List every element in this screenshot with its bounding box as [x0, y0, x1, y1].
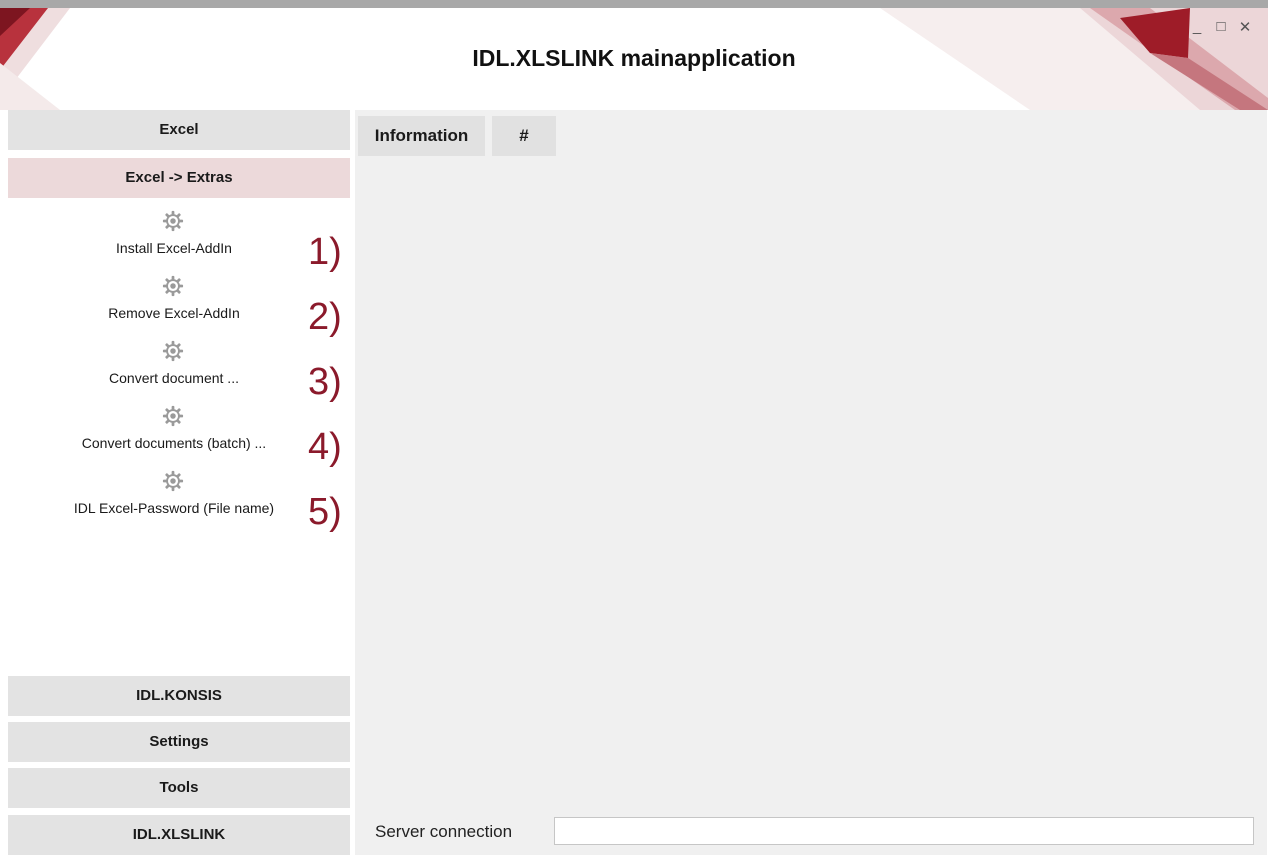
annotation-marker: 1): [308, 231, 342, 273]
annotation-marker: 2): [308, 296, 342, 338]
nav-button-tools[interactable]: Tools: [8, 768, 350, 808]
server-connection-label: Server connection: [375, 822, 513, 841]
window-top-border: [0, 0, 1268, 8]
gear-icon: [162, 210, 184, 232]
menu-item-label: Convert documents (batch) ...: [81, 435, 267, 451]
gear-icon: [162, 405, 184, 427]
menu-item-excel-password[interactable]: IDL Excel-Password (File name) 5): [8, 470, 350, 536]
close-button[interactable]: ✕: [1236, 18, 1254, 36]
nav-section-excel-extras[interactable]: Excel -> Extras: [8, 158, 350, 198]
app-window: IDL.XLSLINK mainapplication _ □ ✕ Excel …: [0, 0, 1268, 855]
main-content-area: Information #: [355, 110, 1267, 810]
menu-item-convert-document[interactable]: Convert document ... 3): [8, 340, 350, 406]
window-title: IDL.XLSLINK mainapplication: [472, 45, 796, 71]
menu-item-convert-documents-batch[interactable]: Convert documents (batch) ... 4): [8, 405, 350, 471]
menu-item-remove-addin[interactable]: Remove Excel-AddIn 2): [8, 275, 350, 341]
sidebar: Excel Excel -> Extras Install Excel-AddI…: [8, 110, 350, 855]
menu-item-install-addin[interactable]: Install Excel-AddIn 1): [8, 210, 350, 276]
menu-item-label: Convert document ...: [109, 370, 239, 386]
gear-icon: [162, 275, 184, 297]
gear-icon: [162, 470, 184, 492]
annotation-marker: 4): [308, 426, 342, 468]
gear-icon: [162, 340, 184, 362]
nav-button-excel[interactable]: Excel: [8, 110, 350, 150]
nav-button-idl-konsis[interactable]: IDL.KONSIS: [8, 676, 350, 716]
tab-hash[interactable]: #: [492, 116, 556, 156]
menu-item-label: Install Excel-AddIn: [116, 240, 232, 256]
annotation-marker: 3): [308, 361, 342, 403]
tab-information[interactable]: Information: [358, 116, 485, 156]
annotation-marker: 5): [308, 491, 342, 533]
menu-item-label: Remove Excel-AddIn: [108, 305, 240, 321]
status-bar: Server connection: [355, 810, 1267, 855]
menu-item-label: IDL Excel-Password (File name): [73, 500, 275, 516]
nav-button-settings[interactable]: Settings: [8, 722, 350, 762]
nav-button-idl-xlslink[interactable]: IDL.XLSLINK: [8, 815, 350, 855]
maximize-button[interactable]: □: [1212, 18, 1230, 35]
minimize-button[interactable]: _: [1188, 18, 1206, 35]
server-connection-field[interactable]: [554, 817, 1254, 845]
